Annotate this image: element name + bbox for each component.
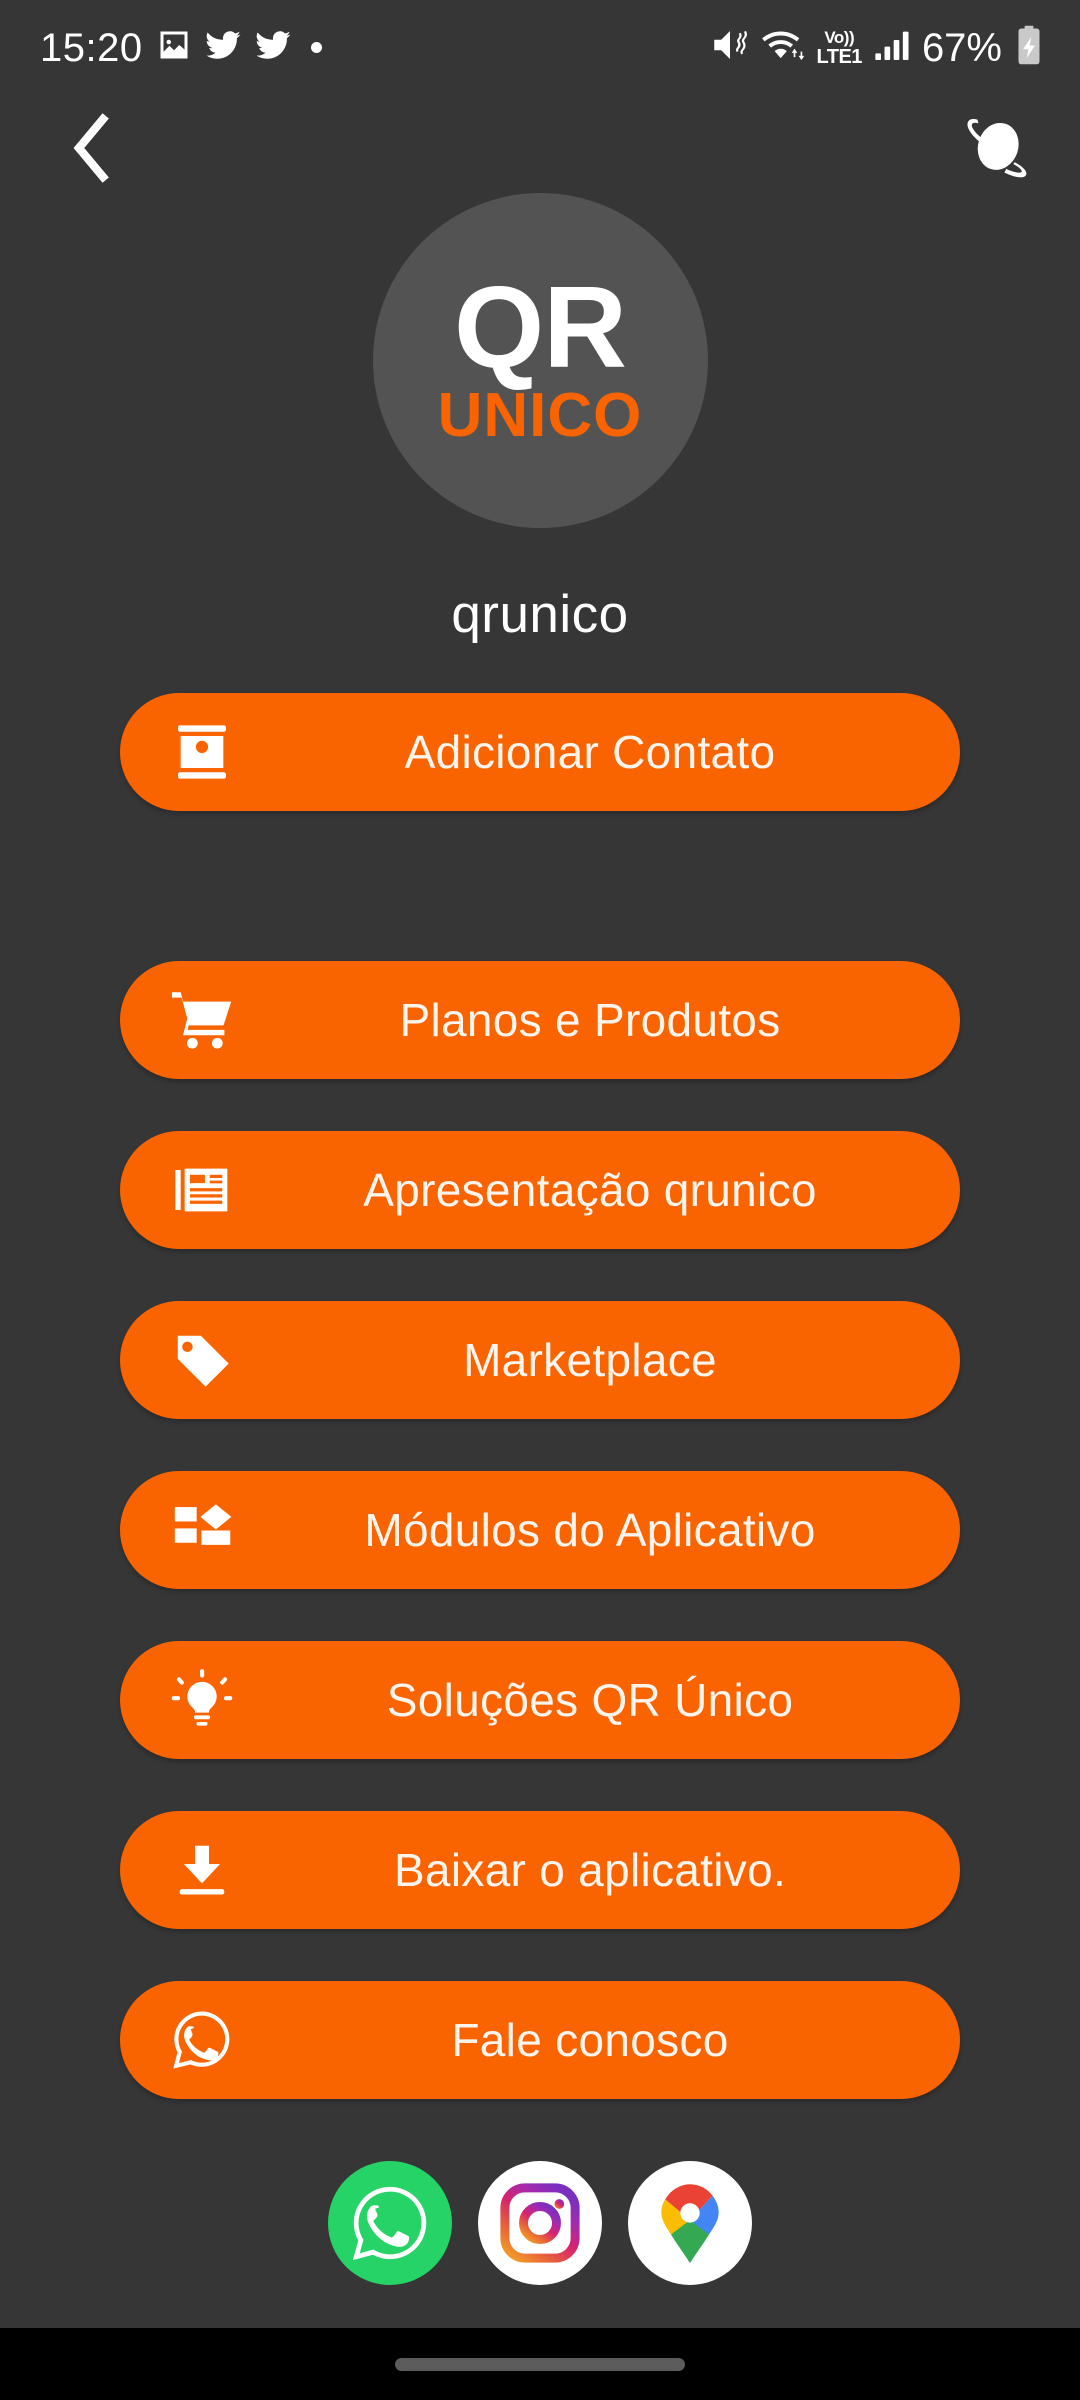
signal-bars-icon <box>872 25 912 70</box>
article-icon <box>166 1154 238 1226</box>
gesture-handle[interactable] <box>395 2357 685 2371</box>
social-links-row <box>0 2161 1080 2285</box>
status-bar-clock: 15:20 <box>40 25 143 70</box>
link-button-label: Soluções QR Único <box>386 1674 794 1726</box>
link-button-apresentacao-qrunico[interactable]: Apresentação qrunico <box>120 1131 960 1249</box>
link-button-list: Adicionar Contato Planos e Produtos Apre… <box>0 693 1080 2099</box>
link-button-baixar-o-aplicativo[interactable]: Baixar o aplicativo. <box>120 1811 960 1929</box>
dot-icon <box>310 42 322 53</box>
status-bar-left: 15:20 <box>40 27 322 69</box>
link-button-fale-conosco[interactable]: Fale conosco <box>120 1981 960 2099</box>
link-button-marketplace[interactable]: Marketplace <box>120 1301 960 1419</box>
back-button[interactable] <box>62 109 120 192</box>
twitter-icon <box>205 27 242 69</box>
status-bar: 15:20 Vo)) LTE1 67% <box>0 0 1080 95</box>
link-button-label: Módulos do Aplicativo <box>364 1504 816 1556</box>
link-button-adicionar-contato[interactable]: Adicionar Contato <box>120 693 960 811</box>
link-button-planos-e-produtos[interactable]: Planos e Produtos <box>120 961 960 1079</box>
link-button-label: Fale conosco <box>451 2014 729 2066</box>
app-screen: 15:20 Vo)) LTE1 67% QR UNICO qrunico Adi… <box>0 0 1080 2400</box>
volte-icon: Vo)) LTE1 <box>816 27 863 68</box>
google-maps-icon[interactable] <box>628 2161 752 2285</box>
link-button-label: Marketplace <box>463 1334 717 1386</box>
link-button-label: Adicionar Contato <box>404 726 776 778</box>
instagram-icon[interactable] <box>478 2161 602 2285</box>
link-button-solucoes-qr-unico[interactable]: Soluções QR Único <box>120 1641 960 1759</box>
download-icon <box>166 1834 238 1906</box>
status-bar-right: Vo)) LTE1 67% <box>709 24 1046 71</box>
shopping-cart-icon <box>166 984 238 1056</box>
modules-icon <box>166 1494 238 1566</box>
contact-card-icon <box>166 716 238 788</box>
planet-icon[interactable] <box>958 111 1032 190</box>
lightbulb-icon <box>166 1664 238 1736</box>
link-button-label: Planos e Produtos <box>399 994 781 1046</box>
logo-primary-text: QR <box>454 262 627 393</box>
logo-secondary-text: UNICO <box>437 380 643 450</box>
twitter-icon <box>255 27 292 69</box>
link-button-modulos-do-aplicativo[interactable]: Módulos do Aplicativo <box>120 1471 960 1589</box>
profile-section: QR UNICO qrunico <box>0 193 1080 645</box>
whatsapp-outline-icon <box>166 2004 238 2076</box>
whatsapp-icon[interactable] <box>328 2161 452 2285</box>
vibrate-mute-icon <box>709 24 751 71</box>
price-tag-icon <box>166 1324 238 1396</box>
battery-percent-label: 67% <box>921 25 1002 70</box>
image-icon <box>156 27 192 68</box>
link-button-label: Apresentação qrunico <box>363 1164 817 1216</box>
link-button-label: Baixar o aplicativo. <box>393 1844 787 1896</box>
profile-logo: QR UNICO <box>372 193 708 528</box>
profile-username: qrunico <box>451 585 629 644</box>
wifi-icon <box>761 24 807 71</box>
app-header <box>0 95 1080 205</box>
battery-charging-icon <box>1012 24 1046 71</box>
system-navigation-bar <box>0 2328 1080 2400</box>
